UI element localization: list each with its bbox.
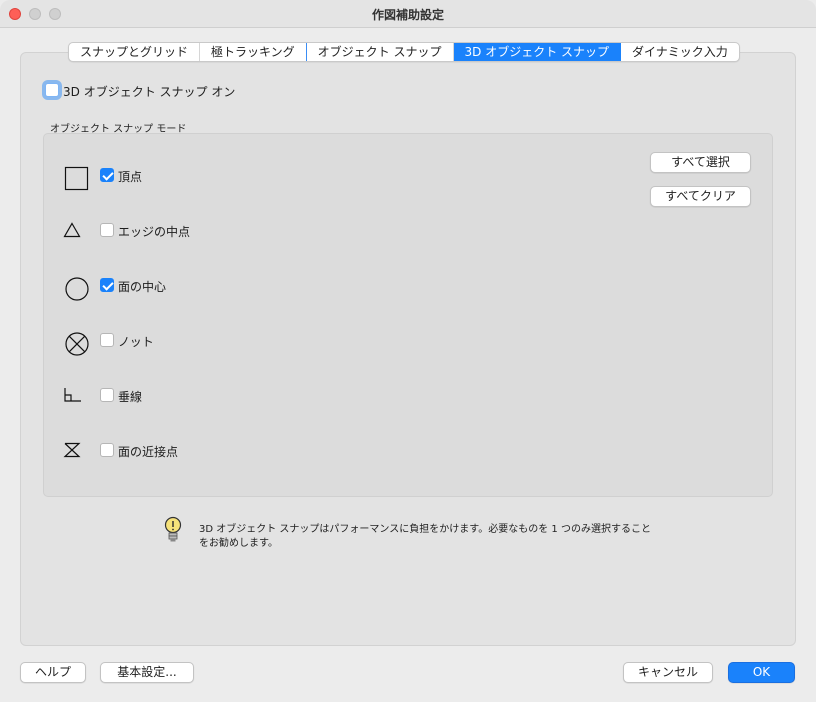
tab-3d-object-snap[interactable]: 3D オブジェクト スナップ	[453, 43, 622, 61]
clear-all-button[interactable]: すべてクリア	[650, 186, 751, 207]
performance-hint: 3D オブジェクト スナップはパフォーマンスに負担をかけます。必要なものを 1 …	[199, 524, 651, 549]
tab-bar: スナップとグリッド 極トラッキング オブジェクト スナップ 3D オブジェクト …	[68, 42, 740, 62]
basic-settings-button[interactable]: 基本設定...	[100, 662, 194, 683]
perpendicular-icon	[64, 388, 81, 402]
help-button[interactable]: ヘルプ	[20, 662, 86, 683]
face-center-checkbox[interactable]	[100, 278, 114, 292]
knot-label[interactable]: ノット	[118, 333, 154, 350]
edge-midpoint-label[interactable]: エッジの中点	[118, 223, 190, 240]
triangle-icon	[63, 222, 81, 238]
perpendicular-checkbox[interactable]	[100, 388, 114, 402]
tab-polar-tracking[interactable]: 極トラッキング	[200, 43, 307, 61]
edge-midpoint-checkbox[interactable]	[100, 223, 114, 237]
snap-on-checkbox[interactable]	[45, 83, 59, 97]
lightbulb-icon	[164, 516, 182, 542]
cancel-button[interactable]: キャンセル	[623, 662, 713, 683]
vertex-checkbox[interactable]	[100, 168, 114, 182]
tab-snap-and-grid[interactable]: スナップとグリッド	[69, 43, 201, 61]
ok-button[interactable]: OK	[728, 662, 795, 683]
square-icon	[64, 166, 89, 191]
title-bar: 作図補助設定	[0, 0, 816, 28]
face-nearest-checkbox[interactable]	[100, 443, 114, 457]
face-center-label[interactable]: 面の中心	[118, 278, 166, 295]
hourglass-icon	[63, 442, 81, 458]
tab-object-snap[interactable]: オブジェクト スナップ	[307, 43, 454, 61]
vertex-label[interactable]: 頂点	[118, 168, 142, 185]
window-title: 作図補助設定	[371, 8, 444, 22]
circle-icon	[65, 277, 89, 301]
circle-x-icon	[65, 332, 89, 356]
face-nearest-label[interactable]: 面の近接点	[118, 443, 178, 460]
select-all-button[interactable]: すべて選択	[650, 152, 751, 173]
perpendicular-label[interactable]: 垂線	[118, 388, 142, 405]
snap-on-label[interactable]: 3D オブジェクト スナップ オン	[63, 83, 235, 100]
knot-checkbox[interactable]	[100, 333, 114, 347]
dialog-window: 作図補助設定 スナップとグリッド 極トラッキング オブジェクト スナップ 3D …	[0, 0, 816, 702]
tab-dynamic-input[interactable]: ダイナミック入力	[621, 43, 739, 61]
